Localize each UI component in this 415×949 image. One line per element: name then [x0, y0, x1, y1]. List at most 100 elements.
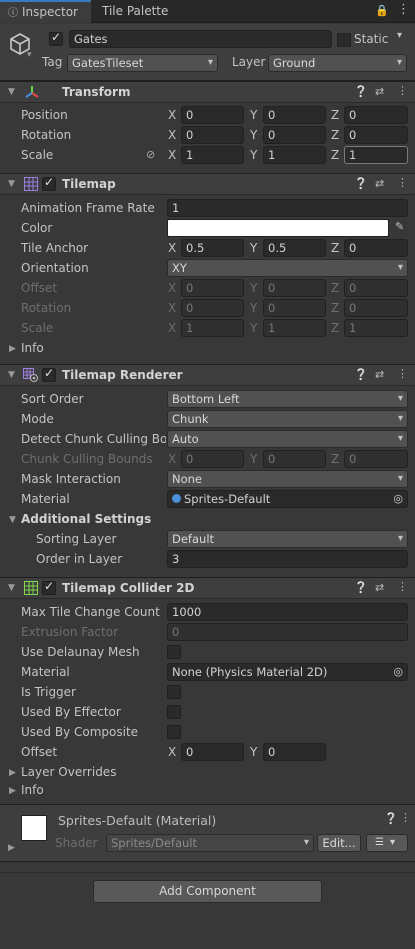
eyedropper-icon[interactable]: ✎: [395, 220, 404, 233]
color-swatch[interactable]: [167, 219, 389, 237]
tilemap-collider-title: Tilemap Collider 2D: [62, 581, 195, 595]
icon-dropdown-icon[interactable]: ▾: [27, 50, 32, 60]
foldout-arrow-icon[interactable]: ▼: [8, 583, 15, 593]
collider-info-foldout-icon[interactable]: ▶: [9, 786, 16, 796]
orientation-dropdown[interactable]: XY: [167, 259, 408, 277]
chunk-bounds-z-field: 0: [344, 450, 408, 468]
presets-icon[interactable]: ⇄: [375, 368, 384, 381]
scale-x-field[interactable]: 1: [181, 146, 244, 164]
rotation-z-field[interactable]: 0: [344, 126, 408, 144]
presets-icon[interactable]: ⇄: [375, 85, 384, 98]
layer-dropdown[interactable]: Ground: [268, 54, 407, 72]
tilemap-info-foldout[interactable]: Info: [21, 341, 44, 355]
tilemap-scale-label: Scale: [21, 321, 54, 335]
object-name-field[interactable]: Gates: [69, 30, 332, 48]
rotation-label: Rotation: [21, 128, 72, 142]
help-icon[interactable]: ❔: [384, 812, 398, 825]
transform-header[interactable]: ▼ Transform ❔ ⇄ ⋮: [0, 81, 415, 103]
component-menu-icon[interactable]: ⋮: [400, 811, 411, 824]
collider-offset-x-field[interactable]: 0: [181, 743, 244, 761]
object-picker-icon[interactable]: ◎: [393, 491, 403, 507]
foldout-arrow-icon[interactable]: ▼: [8, 87, 15, 97]
scale-y-field[interactable]: 1: [263, 146, 326, 164]
object-picker-icon[interactable]: ◎: [393, 664, 403, 680]
edit-shader-button[interactable]: Edit...: [317, 834, 361, 852]
tile-anchor-y-field[interactable]: 0.5: [263, 239, 326, 257]
axis-x-label: X: [168, 281, 177, 295]
scale-z-field[interactable]: 1: [344, 146, 408, 164]
info-foldout-icon[interactable]: ▶: [9, 344, 16, 354]
foldout-arrow-icon[interactable]: ▼: [8, 179, 15, 189]
max-tile-change-field[interactable]: 1000: [167, 603, 408, 621]
order-in-layer-field[interactable]: 3: [167, 550, 408, 568]
detect-chunk-culling-label: Detect Chunk Culling Bou: [21, 432, 166, 446]
presets-icon[interactable]: ⇄: [375, 177, 384, 190]
tile-anchor-z-field[interactable]: 0: [344, 239, 408, 257]
add-component-button[interactable]: Add Component: [93, 880, 322, 903]
tilemap-rotation-x-field: 0: [181, 299, 244, 317]
tilemap-collider-enabled-checkbox[interactable]: [42, 579, 56, 595]
component-menu-icon[interactable]: ⋮: [397, 176, 408, 189]
rotation-x-field[interactable]: 0: [181, 126, 244, 144]
tilemap-renderer-enabled-checkbox[interactable]: [42, 366, 56, 382]
collider-material-field[interactable]: None (Physics Material 2D) ◎: [167, 663, 408, 681]
renderer-material-field[interactable]: Sprites-Default ◎: [167, 490, 408, 508]
detect-chunk-culling-dropdown[interactable]: Auto: [167, 430, 408, 448]
shader-dropdown[interactable]: Sprites/Default: [106, 834, 314, 852]
static-dropdown-icon[interactable]: ▾: [397, 30, 402, 41]
use-delaunay-checkbox[interactable]: [167, 645, 181, 659]
component-menu-icon[interactable]: ⋮: [397, 367, 408, 380]
active-checkbox[interactable]: [49, 30, 63, 46]
tab-inspector[interactable]: ⓘ Inspector: [0, 0, 91, 23]
chunk-bounds-x-field: 0: [181, 450, 244, 468]
tilemap-grid-icon: [24, 177, 38, 194]
help-icon[interactable]: ❔: [354, 581, 368, 594]
tag-label: Tag: [42, 55, 63, 69]
axis-z-label: Z: [331, 148, 340, 162]
sort-order-dropdown[interactable]: Bottom Left: [167, 390, 408, 408]
tilemap-renderer-header[interactable]: ▼ Tilemap Renderer ❔ ⇄ ⋮: [0, 364, 415, 386]
used-by-composite-checkbox[interactable]: [167, 725, 181, 739]
tilemap-collider-header[interactable]: ▼ Tilemap Collider 2D ❔ ⇄ ⋮: [0, 577, 415, 599]
component-menu-icon[interactable]: ⋮: [397, 580, 408, 593]
animation-frame-rate-field[interactable]: 1: [167, 199, 408, 217]
tilemap-enabled-checkbox[interactable]: [42, 175, 56, 191]
tab-tile-palette[interactable]: Tile Palette: [102, 0, 168, 23]
component-menu-icon[interactable]: ⋮: [397, 84, 408, 97]
axis-y-label: Y: [250, 128, 258, 142]
position-y-field[interactable]: 0: [263, 106, 326, 124]
position-z-field[interactable]: 0: [344, 106, 408, 124]
shader-options-button[interactable]: ☰ ▾: [366, 834, 408, 852]
collider-info-foldout[interactable]: Info: [21, 783, 44, 797]
additional-settings-foldout-icon[interactable]: ▼: [9, 515, 16, 525]
constrain-proportions-icon[interactable]: ⊘: [146, 148, 155, 161]
layer-overrides-foldout-icon[interactable]: ▶: [9, 768, 16, 778]
presets-icon[interactable]: ⇄: [375, 581, 384, 594]
sorting-layer-dropdown[interactable]: Default: [167, 530, 408, 548]
shader-label: Shader: [55, 836, 98, 850]
position-x-field[interactable]: 0: [181, 106, 244, 124]
layer-overrides-foldout[interactable]: Layer Overrides: [21, 765, 116, 779]
static-checkbox[interactable]: [337, 33, 351, 47]
tilemap-header[interactable]: ▼ Tilemap ❔ ⇄ ⋮: [0, 173, 415, 195]
material-foldout-icon[interactable]: ▶: [8, 843, 15, 853]
additional-settings-foldout[interactable]: Additional Settings: [21, 512, 151, 526]
tab-menu-icon[interactable]: ⋮: [397, 2, 410, 17]
collider-offset-y-field[interactable]: 0: [263, 743, 326, 761]
used-by-effector-checkbox[interactable]: [167, 705, 181, 719]
help-icon[interactable]: ❔: [354, 368, 368, 381]
tilemap-scale-z-field: 1: [344, 319, 408, 337]
mode-label: Mode: [21, 412, 54, 426]
mask-interaction-dropdown[interactable]: None: [167, 470, 408, 488]
chunk-bounds-y-field: 0: [263, 450, 326, 468]
foldout-arrow-icon[interactable]: ▼: [8, 370, 15, 380]
position-label: Position: [21, 108, 68, 122]
tile-anchor-x-field[interactable]: 0.5: [181, 239, 244, 257]
lock-icon[interactable]: 🔒: [375, 4, 389, 17]
rotation-y-field[interactable]: 0: [263, 126, 326, 144]
is-trigger-checkbox[interactable]: [167, 685, 181, 699]
mode-dropdown[interactable]: Chunk: [167, 410, 408, 428]
help-icon[interactable]: ❔: [354, 177, 368, 190]
tag-dropdown[interactable]: GatesTileset: [67, 54, 218, 72]
help-icon[interactable]: ❔: [354, 85, 368, 98]
